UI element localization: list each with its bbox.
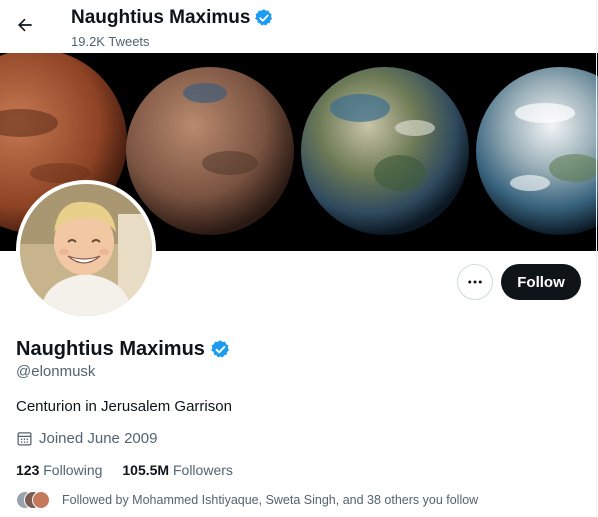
- followed-by-link[interactable]: Followed by Mohammed Ishtiyaque, Sweta S…: [16, 490, 478, 510]
- mutual-avatar: [32, 491, 50, 509]
- more-horizontal-icon: [468, 280, 482, 284]
- follow-button[interactable]: Follow: [501, 264, 581, 300]
- back-button[interactable]: [10, 10, 40, 40]
- followers-count: 105.5M: [122, 462, 170, 478]
- verified-badge-icon: [255, 9, 273, 26]
- header-title: Naughtius Maximus: [71, 7, 274, 29]
- following-count: 123: [16, 462, 40, 478]
- following-label: Following: [43, 462, 103, 478]
- followed-by-text: Followed by Mohammed Ishtiyaque, Sweta S…: [62, 493, 479, 507]
- profile-stats: 123 Following 105.5M Followers: [16, 462, 233, 478]
- arrow-left-icon: [18, 18, 32, 32]
- followers-label: Followers: [172, 462, 233, 478]
- more-options-button[interactable]: [457, 264, 493, 300]
- verified-badge-icon[interactable]: [210, 339, 231, 360]
- mutual-follower-avatars: [16, 490, 52, 510]
- profile-name: Naughtius Maximus: [16, 338, 231, 361]
- avatar-image: [20, 184, 152, 316]
- profile-name-text: Naughtius Maximus: [16, 338, 205, 360]
- header-name: Naughtius Maximus: [71, 7, 251, 28]
- followers-link[interactable]: 105.5M Followers: [122, 462, 233, 478]
- join-date-text: Joined June 2009: [39, 430, 158, 447]
- profile-bio: Centurion in Jerusalem Garrison: [16, 398, 232, 415]
- tweet-count: 19.2K Tweets: [71, 34, 150, 49]
- following-link[interactable]: 123 Following: [16, 462, 102, 478]
- column-divider: [596, 0, 597, 517]
- join-date: Joined June 2009: [16, 430, 157, 447]
- calendar-icon: [17, 432, 32, 446]
- avatar[interactable]: [16, 180, 156, 320]
- top-bar: Naughtius Maximus 19.2K Tweets: [0, 0, 598, 53]
- profile-handle: @elonmusk: [16, 363, 96, 380]
